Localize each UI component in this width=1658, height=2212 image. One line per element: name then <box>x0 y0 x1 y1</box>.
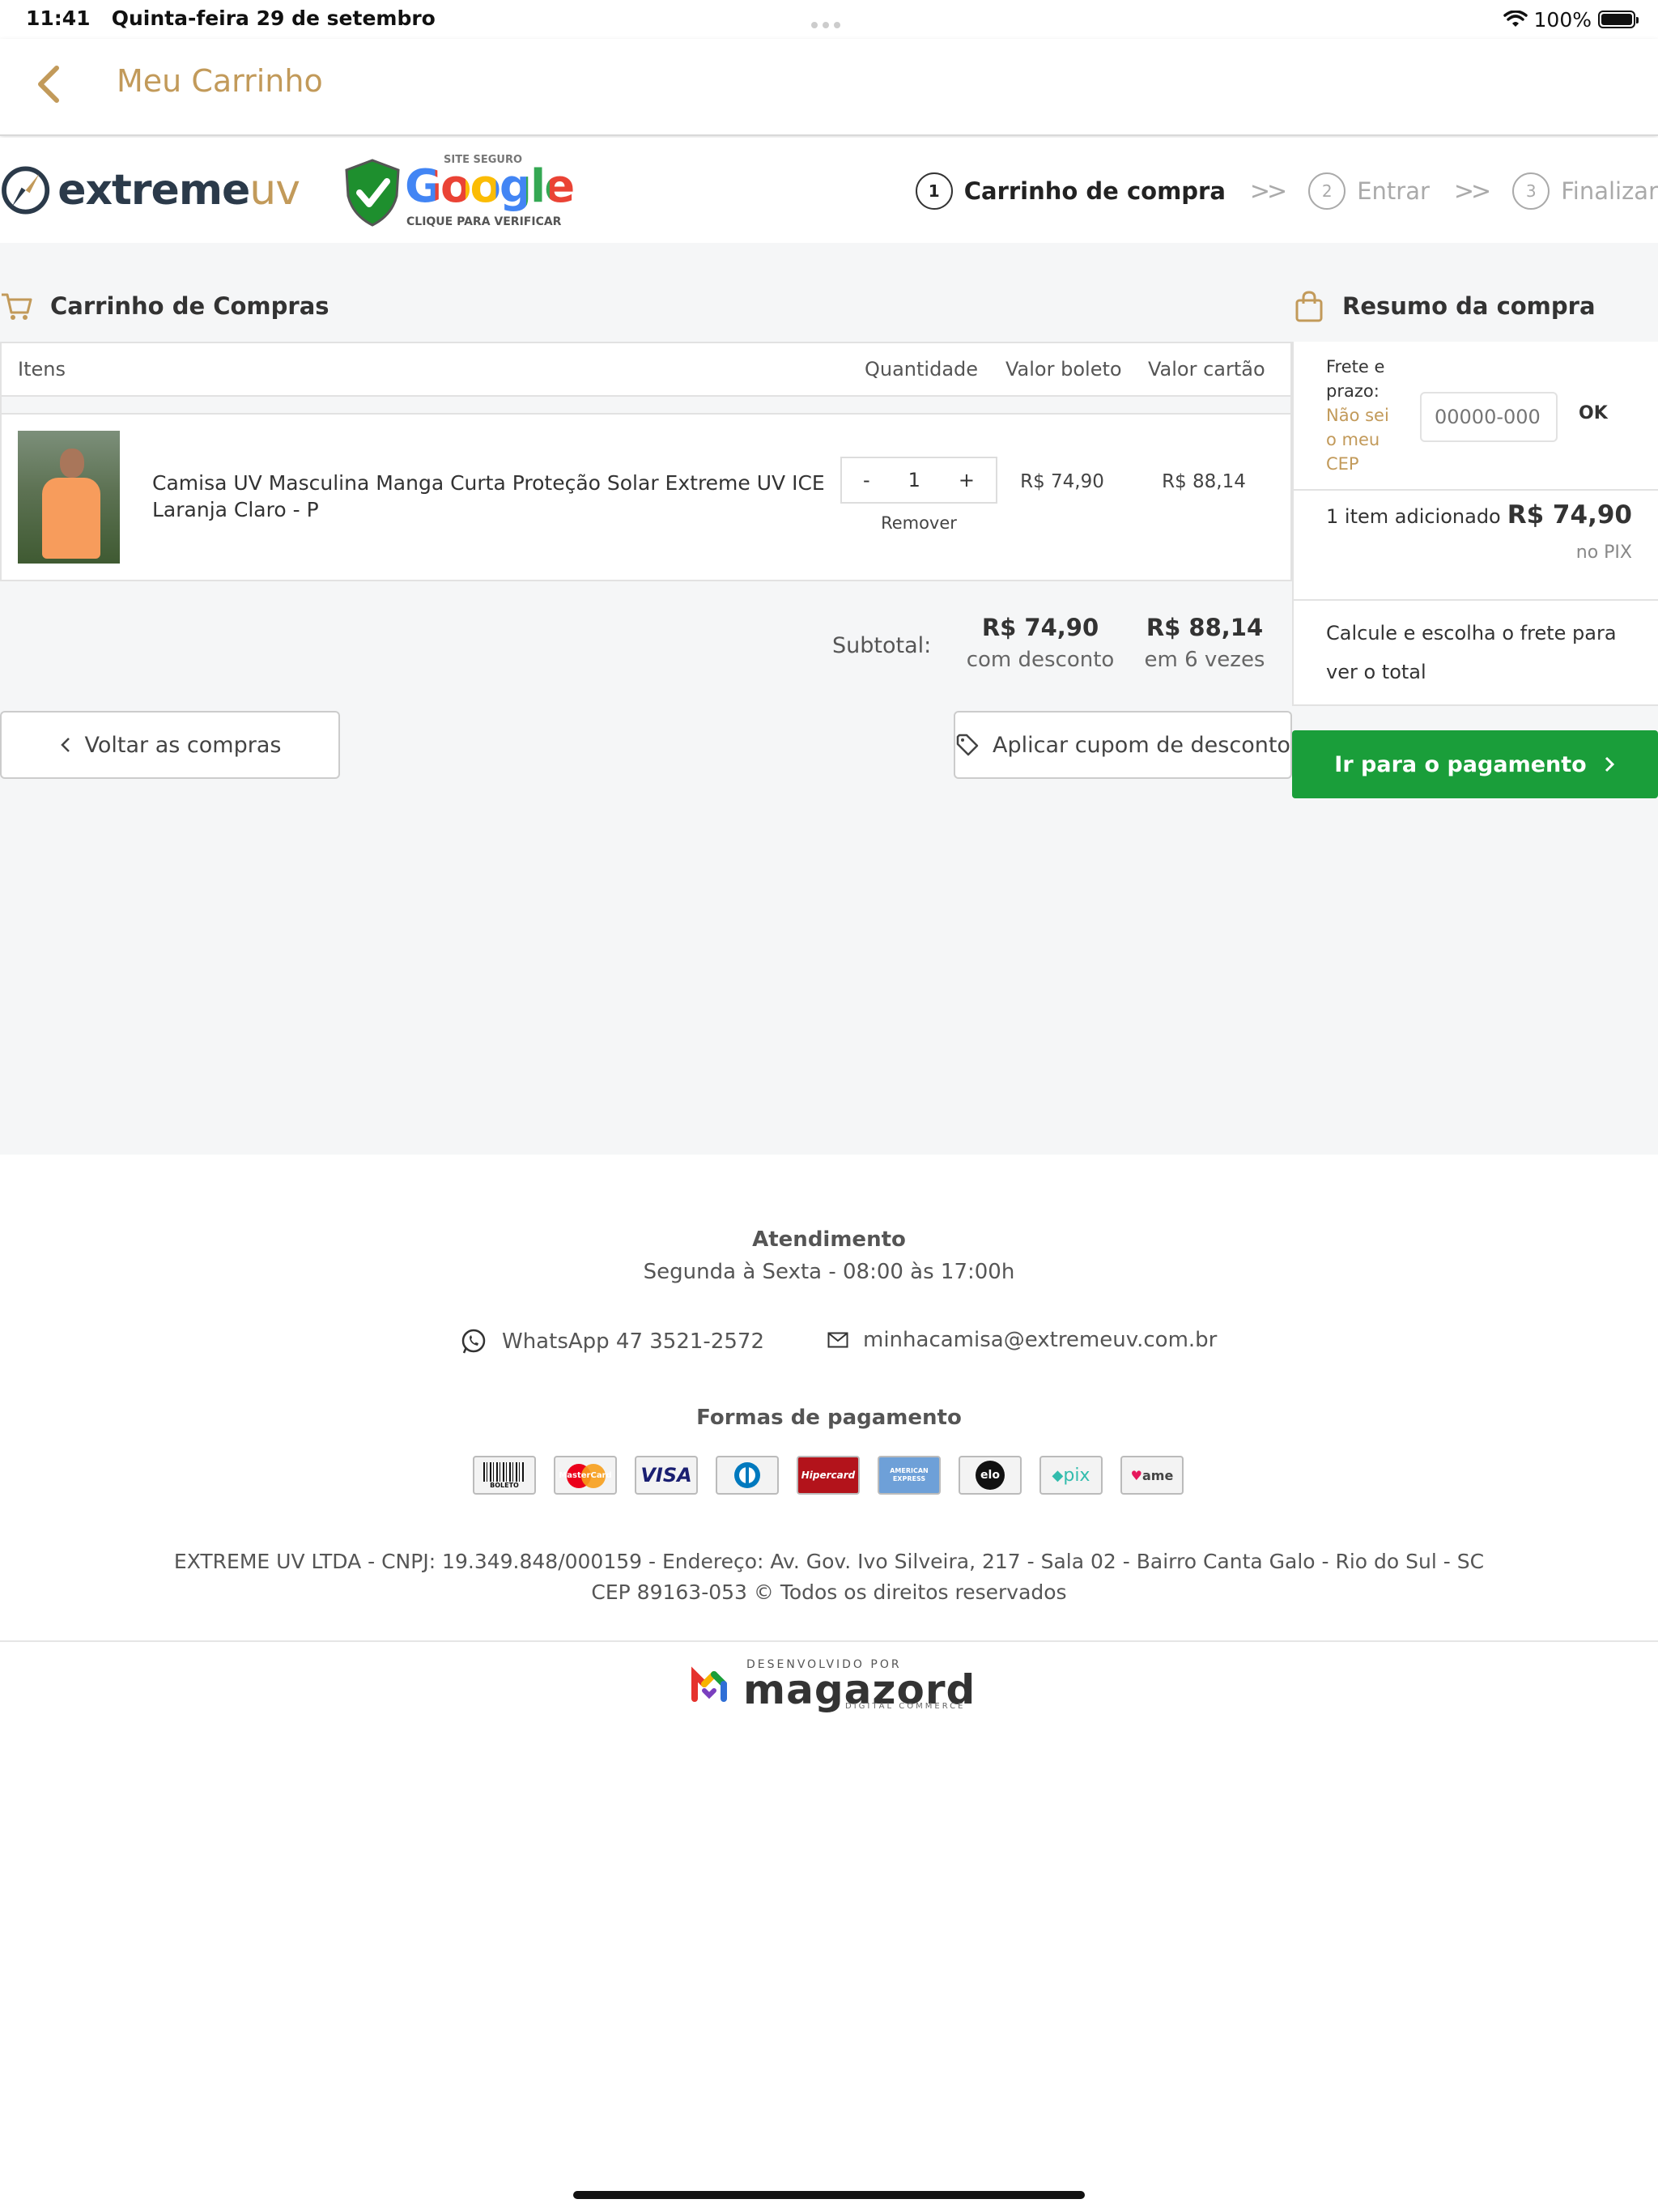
quantity-stepper: - 1 + <box>840 457 997 504</box>
logo-wordmark: extremeuv <box>57 166 300 215</box>
product-name[interactable]: Camisa UV Masculina Manga Curta Proteção… <box>152 470 848 523</box>
shipping-calc-text: Calcule e escolha o frete para ver o tot… <box>1326 622 1617 683</box>
summary-total: R$ 74,90 <box>1507 500 1632 530</box>
double-chevron-icon: >> <box>1453 177 1491 206</box>
elo-icon: elo <box>959 1456 1022 1495</box>
footer-payment-title: Formas de pagamento <box>696 1406 962 1430</box>
go-to-payment-button[interactable]: Ir para o pagamento <box>1292 730 1658 798</box>
summary-box: Frete e prazo: Não sei o meu CEP OK 1 it… <box>1292 342 1658 706</box>
quantity-value[interactable]: 1 <box>908 469 920 491</box>
cep-input[interactable] <box>1420 392 1558 442</box>
battery-percent: 100% <box>1533 7 1592 32</box>
diners-icon <box>716 1456 779 1495</box>
quantity-plus-button[interactable]: + <box>959 469 975 491</box>
dont-know-cep-link[interactable]: Não sei o meu CEP <box>1326 406 1389 474</box>
nav-title: Meu Carrinho <box>117 63 323 99</box>
visa-icon: VISA <box>635 1456 698 1495</box>
cart-table-header: Itens Quantidade Valor boleto Valor cart… <box>2 343 1290 397</box>
cart-icon <box>2 293 32 320</box>
col-items: Itens <box>18 358 66 381</box>
compass-logo-icon <box>2 166 50 215</box>
col-quantity: Quantidade <box>865 358 979 381</box>
extremeuv-logo[interactable]: extremeuv <box>0 154 300 227</box>
step-cart: 1 Carrinho de compra <box>915 172 1226 210</box>
site-header: extremeuv SITE SEGURO Google CLIQUE PARA… <box>0 138 1658 243</box>
chevron-left-icon <box>60 738 70 752</box>
wifi-icon <box>1503 11 1528 27</box>
home-indicator[interactable] <box>573 2191 1085 2199</box>
multitask-dots-icon[interactable] <box>811 16 847 28</box>
google-badge-bottom-text: CLIQUE PARA VERIFICAR <box>406 215 562 228</box>
magazord-logo[interactable]: DESENVOLVIDO POR magazord DIGITAL COMMER… <box>690 1655 975 1713</box>
double-chevron-icon: >> <box>1249 177 1287 206</box>
apply-coupon-button[interactable]: Aplicar cupom de desconto <box>954 711 1292 779</box>
magazord-m-icon <box>691 1666 727 1702</box>
footer-atendimento-title: Atendimento <box>752 1227 906 1252</box>
payment-methods: BOLETO MasterCard VISA Hipercard AMERICA… <box>473 1456 1184 1495</box>
summary-total-note: no PIX <box>1575 542 1632 563</box>
subtotal-cartao: R$ 88,14 em 6 vezes <box>1144 614 1265 672</box>
app-nav-bar: Meu Carrinho <box>0 39 1658 136</box>
back-chevron-icon[interactable] <box>29 60 70 108</box>
cart-table: Itens Quantidade Valor boleto Valor cart… <box>0 342 1292 581</box>
chevron-right-icon <box>1605 756 1614 772</box>
checkout-steps: 1 Carrinho de compra >> 2 Entrar >> 3 Final… <box>915 170 1658 212</box>
step-finish: 3 Finalizar <box>1512 172 1658 210</box>
item-price-cartao: R$ 88,14 <box>1162 471 1246 492</box>
subtotal-label: Subtotal: <box>832 633 932 658</box>
status-right: 100% <box>1503 5 1639 34</box>
col-cartao: Valor cartão <box>1148 358 1265 381</box>
status-time-date: 11:41 Quinta-feira 29 de setembro <box>26 6 436 30</box>
items-added-text: 1 item adicionado <box>1326 505 1501 528</box>
cart-section-title: Carrinho de Compras <box>0 290 329 322</box>
product-image[interactable] <box>18 431 120 564</box>
footer-atendimento-hours: Segunda à Sexta - 08:00 às 17:00h <box>643 1260 1015 1284</box>
subtotal-boleto: R$ 74,90 com desconto <box>966 614 1115 672</box>
ame-icon: ♥ ame <box>1120 1456 1184 1495</box>
tag-icon <box>956 734 979 756</box>
whatsapp-link[interactable]: WhatsApp 47 3521-2572 <box>460 1328 764 1355</box>
step-login: 2 Entrar <box>1308 172 1430 210</box>
shopping-bag-icon <box>1295 291 1323 322</box>
table-row: Camisa UV Masculina Manga Curta Proteção… <box>2 415 1290 580</box>
google-safe-badge[interactable]: SITE SEGURO Google CLIQUE PARA VERIFICAR <box>340 152 575 230</box>
summary-section-title: Resumo da compra <box>1294 290 1596 322</box>
footer-legal: EXTREME UV LTDA - CNPJ: 19.349.848/00015… <box>173 1550 1485 1604</box>
col-boleto: Valor boleto <box>1005 358 1122 381</box>
back-to-shopping-button[interactable]: Voltar as compras <box>0 711 340 779</box>
battery-icon <box>1598 11 1639 28</box>
amex-icon: AMERICAN EXPRESS <box>878 1456 941 1495</box>
shield-check-icon <box>345 159 400 227</box>
remove-item-link[interactable]: Remover <box>840 513 997 533</box>
pix-icon: ◆ pix <box>1039 1456 1103 1495</box>
status-bar: 11:41 Quinta-feira 29 de setembro 100% <box>0 0 1658 39</box>
mail-icon <box>827 1332 848 1348</box>
item-price-boleto: R$ 74,90 <box>1020 471 1104 492</box>
mastercard-icon: MasterCard <box>554 1456 617 1495</box>
google-wordmark: Google <box>405 160 575 213</box>
boleto-icon: BOLETO <box>473 1456 536 1495</box>
cep-ok-button[interactable]: OK <box>1579 403 1608 423</box>
quantity-minus-button[interactable]: - <box>863 469 870 491</box>
hipercard-icon: Hipercard <box>797 1456 860 1495</box>
frete-label: Frete e prazo: Não sei o meu CEP <box>1326 357 1389 474</box>
email-link[interactable]: minhacamisa@extremeuv.com.br <box>827 1328 1217 1352</box>
whatsapp-icon <box>461 1329 486 1354</box>
